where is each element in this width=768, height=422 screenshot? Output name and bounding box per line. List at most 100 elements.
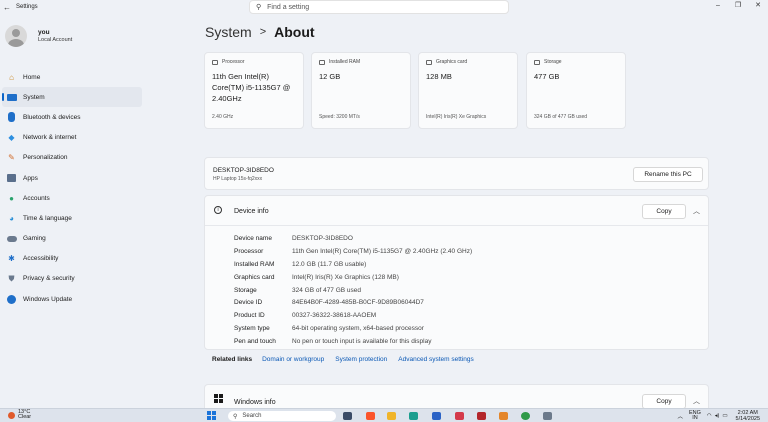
user-account-type: Local Account — [38, 37, 73, 43]
clock[interactable]: 2:02 AM 5/14/2025 — [736, 410, 760, 422]
rename-pc-button[interactable]: Rename this PC — [633, 167, 703, 182]
settings-search-input[interactable]: ⚲ Find a setting — [249, 0, 509, 14]
app-icon[interactable] — [432, 412, 441, 420]
sidebar-item-accessibility[interactable]: ✱ Accessibility — [2, 249, 142, 269]
related-links: Related links Domain or workgroup System… — [204, 356, 485, 363]
shield-icon: ⛊ — [8, 273, 15, 283]
ram-icon — [319, 59, 325, 65]
spec-value: 12 GB — [319, 72, 341, 81]
taskbar-search-label: Search — [242, 413, 262, 419]
close-icon[interactable]: ✕ — [748, 0, 768, 14]
sidebar-item-windows-update[interactable]: Windows Update — [2, 289, 142, 309]
info-row: Installed RAM 12.0 GB (11.7 GB usable) — [234, 260, 367, 268]
breadcrumb: System > About — [205, 24, 315, 40]
weather-widget[interactable]: 13°C Clear — [8, 409, 32, 420]
zotero-icon[interactable] — [455, 412, 464, 420]
graphics-card-icon — [426, 59, 432, 65]
sidebar-nav: ⌂ Home System Bluetooth & devices ◆ Netw… — [2, 67, 142, 309]
copy-device-info-button[interactable]: Copy — [642, 204, 686, 219]
breadcrumb-separator: > — [259, 26, 267, 38]
battery-icon[interactable]: ▭ — [722, 413, 727, 419]
sidebar-item-bluetooth[interactable]: Bluetooth & devices — [2, 107, 142, 127]
sidebar-item-label: Accessibility — [23, 255, 59, 263]
volume-icon[interactable]: ◂) — [715, 413, 720, 419]
sidebar-item-personalization[interactable]: ✎ Personalization — [2, 148, 142, 168]
sidebar-item-time-language[interactable]: ◕ Time & language — [2, 208, 142, 228]
sidebar-item-label: Bluetooth & devices — [23, 113, 81, 121]
chevron-up-icon[interactable]: ︿ — [693, 206, 700, 216]
info-row: Device ID 84E64B0F-4289-485B-B0CF-9D89B06… — [234, 299, 424, 307]
device-name-panel: DESKTOP-3ID8EDO HP Laptop 15s-fq2xxx Ren… — [204, 157, 709, 190]
brush-icon: ✎ — [8, 153, 15, 163]
person-icon: ● — [9, 193, 14, 203]
sidebar-item-label: Personalization — [23, 154, 68, 162]
info-row: System type 64-bit operating system, x64-… — [234, 325, 424, 333]
chevron-up-icon[interactable]: ︿ — [693, 396, 700, 406]
sidebar-item-privacy[interactable]: ⛊ Privacy & security — [2, 269, 142, 289]
spec-sub: 2.40 GHz — [212, 114, 234, 120]
sidebar-item-network[interactable]: ◆ Network & internet — [2, 128, 142, 148]
settings-gear-icon[interactable] — [543, 412, 552, 420]
pdf-reader-icon[interactable] — [477, 412, 486, 420]
user-profile[interactable]: you Local Account — [5, 25, 72, 47]
search-placeholder: Find a setting — [267, 3, 310, 11]
chevron-up-icon[interactable]: ︿ — [677, 412, 683, 420]
weather-text: Clear — [18, 414, 32, 420]
system-tray: ︿ ENG IN ◠ ◂) ▭ 2:02 AM 5/14/2025 — [677, 410, 760, 422]
sidebar-item-label: Apps — [23, 174, 38, 182]
language-indicator[interactable]: ENG IN — [689, 410, 701, 421]
related-links-label: Related links — [212, 356, 253, 363]
maximize-icon[interactable]: ❐ — [728, 0, 748, 14]
info-icon: i — [214, 206, 222, 214]
folder-icon[interactable] — [387, 412, 396, 420]
device-info-rows: Device name DESKTOP-3ID8EDO Processor 11th… — [234, 232, 472, 348]
sidebar-item-home[interactable]: ⌂ Home — [2, 67, 142, 87]
sidebar-item-label: Gaming — [23, 235, 46, 243]
spec-value: 477 GB — [534, 72, 560, 81]
device-info-panel: i Device info Copy ︿ Device name DESKTOP-… — [204, 195, 709, 350]
minimize-icon[interactable]: – — [708, 0, 728, 14]
taskbar-search[interactable]: ⚲ Search — [228, 411, 336, 421]
spec-card-ram: Installed RAM 12 GB Speed: 3200 MT/s — [311, 52, 411, 129]
sidebar-item-accounts[interactable]: ● Accounts — [2, 188, 142, 208]
sidebar-item-gaming[interactable]: Gaming — [2, 229, 142, 249]
spec-sub: Speed: 3200 MT/s — [319, 114, 360, 120]
link-advanced-system-settings[interactable]: Advanced system settings — [398, 356, 474, 363]
vlc-icon[interactable] — [499, 412, 508, 420]
sidebar-item-label: Privacy & security — [23, 275, 75, 283]
search-icon: ⚲ — [233, 413, 238, 420]
window-title: Settings — [16, 4, 38, 10]
brave-browser-icon[interactable] — [366, 412, 375, 420]
edge-icon[interactable] — [409, 412, 418, 420]
monitor-icon — [6, 92, 17, 103]
link-system-protection[interactable]: System protection — [335, 356, 387, 363]
info-row: Storage 324 GB of 477 GB used — [234, 286, 362, 294]
copy-windows-info-button[interactable]: Copy — [642, 394, 686, 409]
bluetooth-icon — [6, 112, 17, 123]
link-domain-workgroup[interactable]: Domain or workgroup — [262, 356, 324, 363]
spec-card-storage: Storage 477 GB 324 GB of 477 GB used — [526, 52, 626, 129]
sidebar-item-label: System — [23, 93, 45, 101]
device-name: DESKTOP-3ID8EDO — [213, 167, 274, 174]
weather-icon — [8, 411, 15, 419]
page-title: About — [274, 24, 315, 40]
wifi-icon[interactable]: ◠ — [707, 413, 712, 419]
sidebar-item-apps[interactable]: Apps — [2, 168, 142, 188]
back-arrow-icon[interactable]: ← — [0, 3, 14, 12]
gamepad-icon — [6, 233, 17, 244]
divider — [205, 225, 708, 226]
device-model: HP Laptop 15s-fq2xxx — [213, 176, 263, 182]
chrome-icon[interactable] — [521, 412, 530, 420]
spec-sub: 324 GB of 477 GB used — [534, 114, 588, 120]
breadcrumb-parent[interactable]: System — [205, 24, 252, 40]
taskbar: 13°C Clear ⚲ Search ︿ ENG IN ◠ ◂) ▭ 2:02… — [0, 408, 768, 422]
update-icon — [6, 294, 17, 305]
sidebar-item-label: Home — [23, 73, 41, 81]
spec-label: Storage — [544, 59, 562, 65]
sidebar-item-system[interactable]: System — [2, 87, 142, 108]
file-explorer-icon[interactable] — [343, 412, 352, 420]
storage-icon — [534, 59, 540, 65]
start-button[interactable] — [207, 411, 216, 420]
processor-icon — [212, 59, 218, 65]
sidebar-item-label: Accounts — [23, 194, 50, 202]
